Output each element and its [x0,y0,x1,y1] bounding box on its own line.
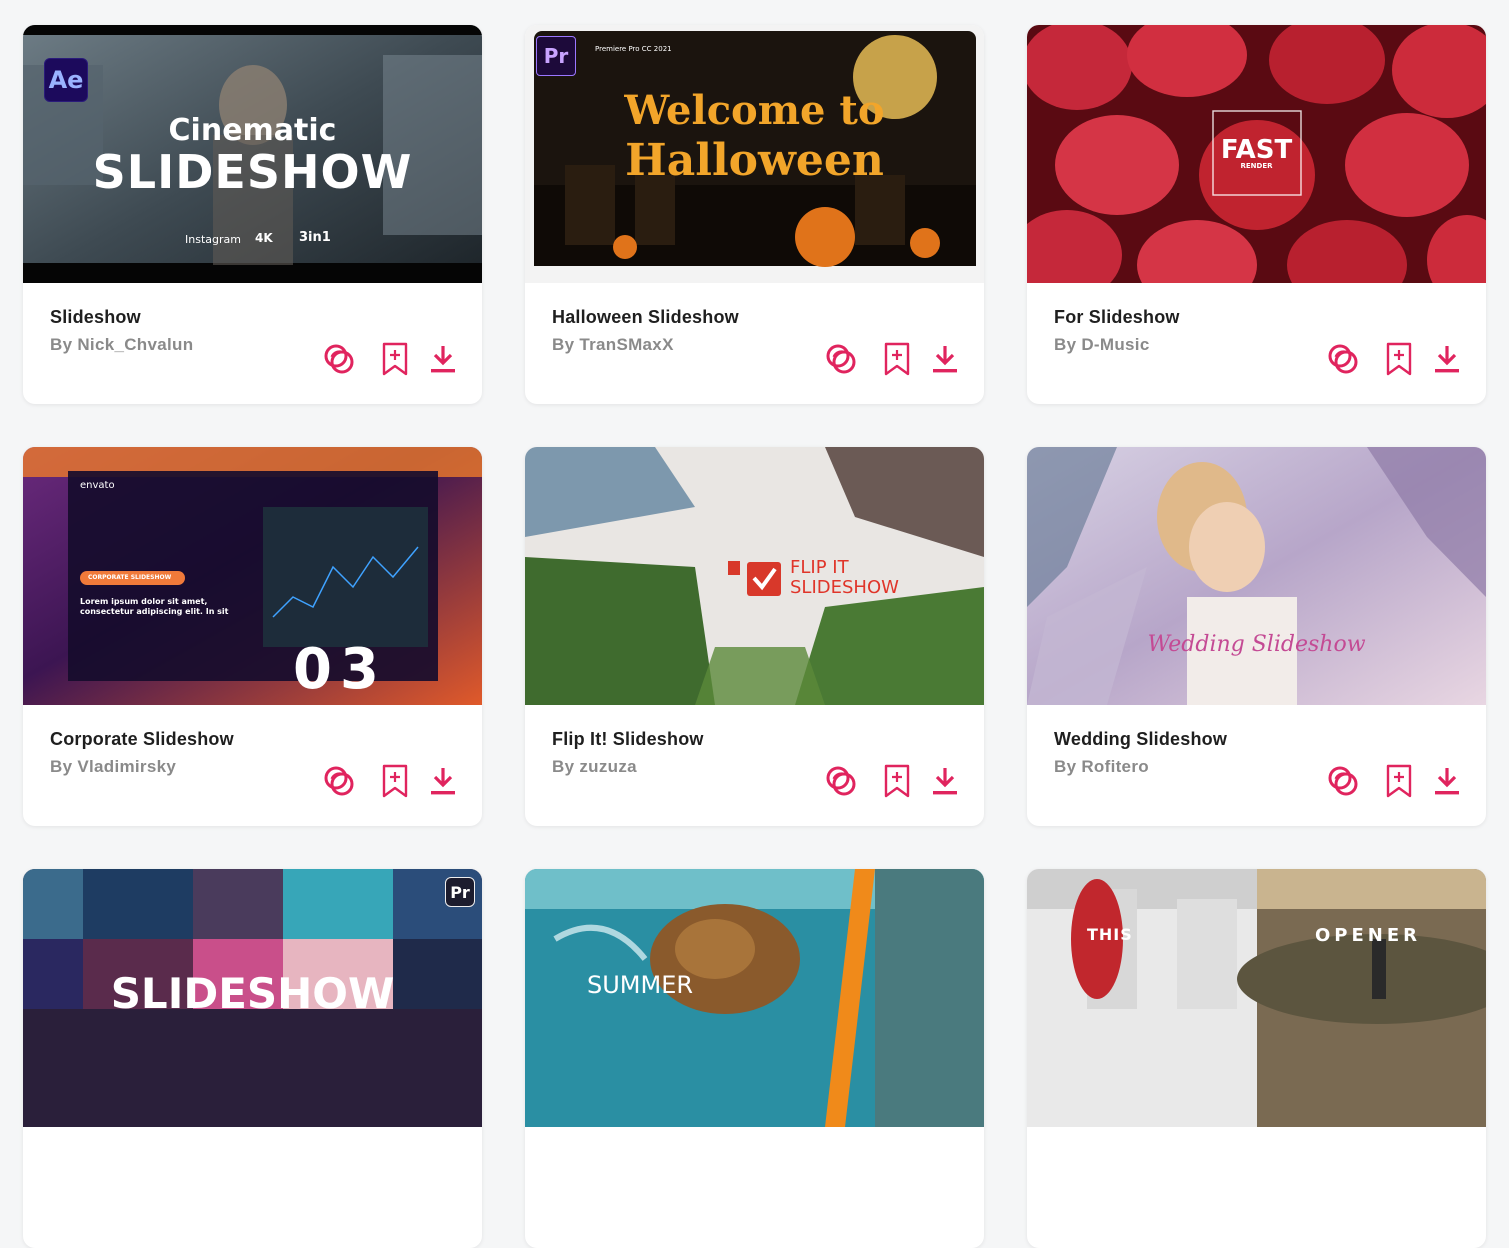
thumbnail-title: SLIDESHOW [92,145,413,199]
thumbnail-image [525,447,984,705]
template-card[interactable]: Wedding Slideshow Wedding Slideshow By R… [1027,447,1486,826]
thumbnail-image [1027,447,1486,705]
thumbnail[interactable]: FAST RENDER [1027,25,1486,283]
after-effects-badge: Ae [44,58,88,102]
card-title[interactable]: Corporate Slideshow [50,729,234,750]
bookmark-add-icon[interactable] [1381,341,1417,377]
thumbnail-subtitle: OPENER [1315,925,1422,946]
card-actions [1325,763,1465,799]
card-title[interactable]: Halloween Slideshow [552,307,739,328]
thumbnail-title: FLIP IT [790,557,849,578]
template-card[interactable]: Ae Cinematic SLIDESHOW Instagram 4K 3in1… [23,25,482,404]
card-author[interactable]: By TranSMaxX [552,335,674,355]
thumbnail[interactable]: THIS OPENER [1027,869,1486,1127]
template-card[interactable]: THIS OPENER [1027,869,1486,1248]
brand-logo-icon[interactable] [823,763,859,799]
download-icon[interactable] [425,763,461,799]
bookmark-add-icon[interactable] [377,341,413,377]
thumbnail-footnote: 4K [255,231,273,245]
card-author[interactable]: By zuzuza [552,757,637,777]
card-title[interactable]: Flip It! Slideshow [552,729,704,750]
brand-logo-icon[interactable] [321,763,357,799]
download-icon[interactable] [927,341,963,377]
thumbnail-title: Halloween [625,135,884,186]
bookmark-add-icon[interactable] [879,341,915,377]
card-author[interactable]: By Vladimirsky [50,757,176,777]
thumbnail-title: Wedding Slideshow [1147,632,1366,657]
template-grid: Ae Cinematic SLIDESHOW Instagram 4K 3in1… [0,0,1509,1248]
download-icon[interactable] [927,763,963,799]
thumbnail-title: THIS [1087,925,1133,944]
thumbnail-title: SLIDESHOW [110,969,395,1018]
thumbnail[interactable]: FLIP IT SLIDESHOW [525,447,984,705]
thumbnail[interactable]: Ae Cinematic SLIDESHOW Instagram 4K 3in1 [23,25,482,283]
brand-logo-icon[interactable] [321,341,357,377]
thumbnail-title: FAST [1220,135,1293,165]
thumbnail-title: SUMMER [587,971,694,999]
brand-logo-icon[interactable] [1325,341,1361,377]
download-icon[interactable] [1429,341,1465,377]
card-author[interactable]: By Rofitero [1054,757,1149,777]
premiere-pro-badge: Pr [536,36,576,76]
brand-logo-icon[interactable] [823,341,859,377]
download-icon[interactable] [425,341,461,377]
thumbnail-caption: Premiere Pro CC 2021 [595,45,672,53]
card-actions [1325,341,1465,377]
template-card[interactable]: FAST RENDER For Slideshow By D-Music [1027,25,1486,404]
bookmark-add-icon[interactable] [879,763,915,799]
card-author[interactable]: By Nick_Chvalun [50,335,193,355]
download-icon[interactable] [1429,763,1465,799]
card-actions [823,763,963,799]
bookmark-add-icon[interactable] [377,763,413,799]
thumbnail-subtitle: RENDER [1240,162,1273,170]
thumbnail-image [1027,869,1486,1127]
thumbnail-tag: CORPORATE SLIDESHOW [88,574,172,581]
thumbnail[interactable]: Wedding Slideshow [1027,447,1486,705]
card-actions [321,763,461,799]
premiere-pro-badge: Pr [445,877,475,907]
template-card[interactable]: envato CORPORATE SLIDESHOW Lorem ipsum d… [23,447,482,826]
thumbnail-body: Lorem ipsum dolor sit amet, consectetur … [80,597,229,616]
thumbnail[interactable]: Pr SLIDESHOW [23,869,482,1127]
template-card[interactable]: FLIP IT SLIDESHOW Flip It! Slideshow By … [525,447,984,826]
thumbnail[interactable]: SUMMER [525,869,984,1127]
thumbnail[interactable]: envato CORPORATE SLIDESHOW Lorem ipsum d… [23,447,482,705]
template-card[interactable]: SUMMER [525,869,984,1248]
card-title[interactable]: For Slideshow [1054,307,1180,328]
card-title[interactable]: Wedding Slideshow [1054,729,1227,750]
thumbnail-heading: Welcome to [624,87,885,134]
thumbnail-number: 03 [293,637,387,702]
brand-logo-icon[interactable] [1325,763,1361,799]
card-actions [823,341,963,377]
thumbnail-brand: envato [80,480,115,491]
card-title[interactable]: Slideshow [50,307,141,328]
thumbnail-footnote: Instagram [185,233,241,246]
card-author[interactable]: By D-Music [1054,335,1150,355]
thumbnail-subtitle: SLIDESHOW [790,577,899,598]
card-actions [321,341,461,377]
thumbnail-footnote: 3in1 [299,230,331,245]
template-card[interactable]: Pr Premiere Pro CC 2021 Welcome to Hallo… [525,25,984,404]
template-card[interactable]: Pr SLIDESHOW [23,869,482,1248]
thumbnail[interactable]: Pr Premiere Pro CC 2021 Welcome to Hallo… [525,25,984,283]
bookmark-add-icon[interactable] [1381,763,1417,799]
thumbnail-heading: Cinematic [168,113,337,148]
